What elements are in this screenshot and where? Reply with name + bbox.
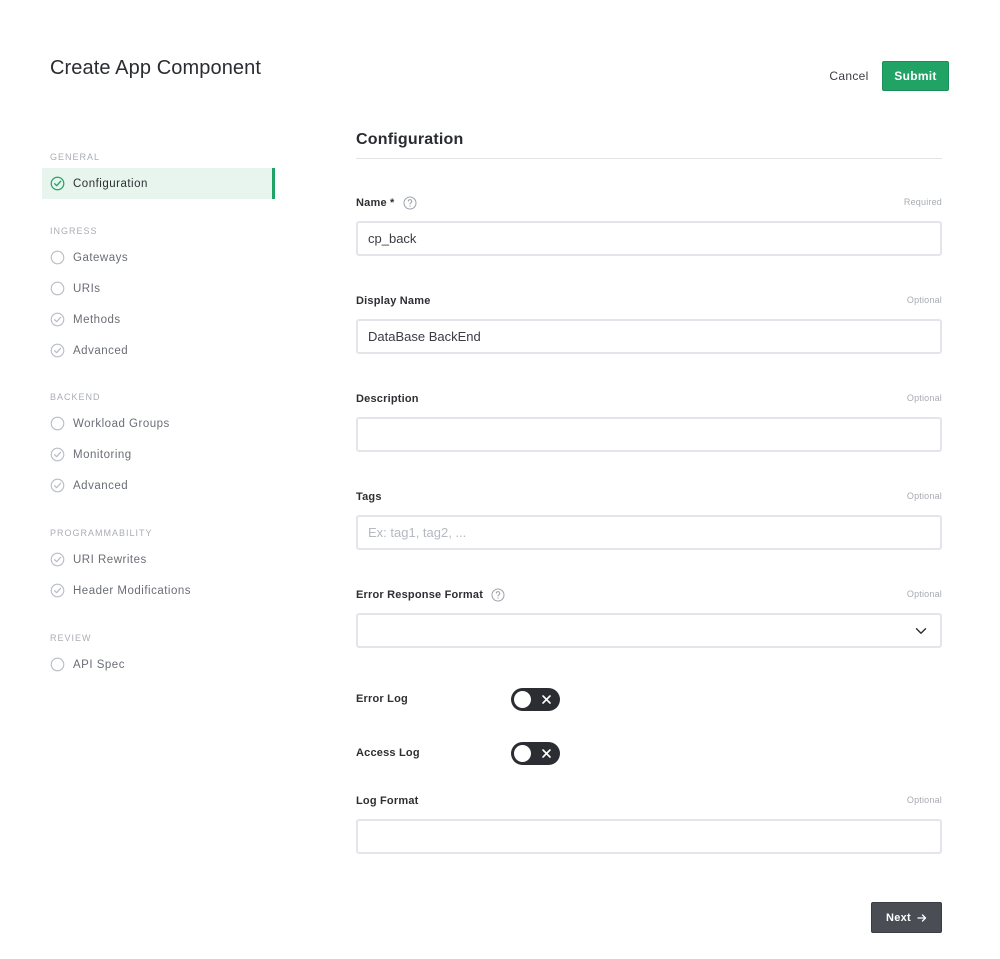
- check-circle-icon: [50, 176, 65, 191]
- check-circle-icon: [50, 447, 65, 462]
- access-log-toggle[interactable]: [511, 742, 560, 765]
- chevron-down-icon: [914, 624, 928, 638]
- toggle-knob: [514, 745, 531, 762]
- help-icon[interactable]: [403, 196, 417, 210]
- empty-circle-icon: [50, 657, 65, 672]
- check-circle-icon: [50, 343, 65, 358]
- description-label: Description: [356, 393, 419, 405]
- check-circle-icon: [50, 312, 65, 327]
- sidebar-item-label: Advanced: [73, 479, 129, 492]
- section-title: Configuration: [356, 131, 464, 148]
- error-response-format-label: Error Response Format: [356, 588, 505, 602]
- name-field[interactable]: [356, 221, 942, 256]
- section-label-review: REVIEW: [50, 633, 92, 643]
- log-format-label: Log Format: [356, 795, 419, 807]
- display-name-field[interactable]: [356, 319, 942, 354]
- sidebar-item-label: Gateways: [73, 251, 129, 264]
- sidebar-item-workload-groups[interactable]: Workload Groups: [42, 408, 275, 439]
- submit-button[interactable]: Submit: [882, 61, 949, 91]
- name-label-text: Name *: [356, 197, 395, 209]
- error-response-format-label-text: Error Response Format: [356, 589, 484, 601]
- help-icon[interactable]: [491, 588, 505, 602]
- name-label: Name *: [356, 196, 417, 210]
- name-required-hint: Required: [903, 197, 942, 207]
- sidebar-item-monitoring[interactable]: Monitoring: [42, 439, 275, 470]
- sidebar-item-label: Monitoring: [73, 448, 132, 461]
- check-circle-icon: [50, 478, 65, 493]
- description-optional-hint: Optional: [906, 393, 942, 403]
- sidebar-item-uris[interactable]: URIs: [42, 273, 275, 304]
- next-button[interactable]: Next: [871, 902, 942, 933]
- description-field[interactable]: [356, 417, 942, 452]
- sidebar-item-label: Configuration: [73, 177, 148, 190]
- empty-circle-icon: [50, 416, 65, 431]
- error-response-format-select[interactable]: [356, 613, 942, 648]
- error-response-format-optional-hint: Optional: [906, 589, 942, 599]
- sidebar-item-api-spec[interactable]: API Spec: [42, 649, 275, 680]
- sidebar-item-methods[interactable]: Methods: [42, 304, 275, 335]
- sidebar-item-label: URIs: [73, 282, 101, 295]
- sidebar-item-label: Methods: [73, 313, 121, 326]
- tags-label: Tags: [356, 491, 382, 503]
- sidebar-item-label: Header Modifications: [73, 584, 192, 597]
- next-button-label: Next: [885, 911, 912, 924]
- tags-optional-hint: Optional: [906, 491, 942, 501]
- access-log-label: Access Log: [356, 747, 420, 759]
- tags-field[interactable]: [356, 515, 942, 550]
- close-icon: [540, 747, 553, 760]
- sidebar-item-gateways[interactable]: Gateways: [42, 242, 275, 273]
- sidebar-item-label: API Spec: [73, 658, 125, 671]
- display-name-label: Display Name: [356, 295, 431, 307]
- check-circle-icon: [50, 552, 65, 567]
- check-circle-icon: [50, 583, 65, 598]
- log-format-field[interactable]: [356, 819, 942, 854]
- section-divider: [356, 158, 942, 159]
- sidebar-item-label: Advanced: [73, 344, 129, 357]
- sidebar-item-ingress-advanced[interactable]: Advanced: [42, 335, 275, 366]
- error-log-toggle[interactable]: [511, 688, 560, 711]
- sidebar-item-header-modifications[interactable]: Header Modifications: [42, 575, 275, 606]
- sidebar-item-label: URI Rewrites: [73, 553, 147, 566]
- close-icon: [540, 693, 553, 706]
- sidebar-item-label: Workload Groups: [73, 417, 170, 430]
- display-name-optional-hint: Optional: [906, 295, 942, 305]
- page-title: Create App Component: [50, 57, 262, 79]
- empty-circle-icon: [50, 250, 65, 265]
- empty-circle-icon: [50, 281, 65, 296]
- cancel-button[interactable]: Cancel: [820, 61, 878, 91]
- section-label-general: GENERAL: [50, 152, 101, 162]
- arrow-right-icon: [917, 913, 927, 923]
- toggle-knob: [514, 691, 531, 708]
- log-format-optional-hint: Optional: [906, 795, 942, 805]
- section-label-programmability: PROGRAMMABILITY: [50, 528, 153, 538]
- section-label-ingress: INGRESS: [50, 226, 98, 236]
- sidebar-item-uri-rewrites[interactable]: URI Rewrites: [42, 544, 275, 575]
- error-log-label: Error Log: [356, 693, 408, 705]
- sidebar-item-backend-advanced[interactable]: Advanced: [42, 470, 275, 501]
- section-label-backend: BACKEND: [50, 392, 101, 402]
- sidebar-item-configuration[interactable]: Configuration: [42, 168, 275, 199]
